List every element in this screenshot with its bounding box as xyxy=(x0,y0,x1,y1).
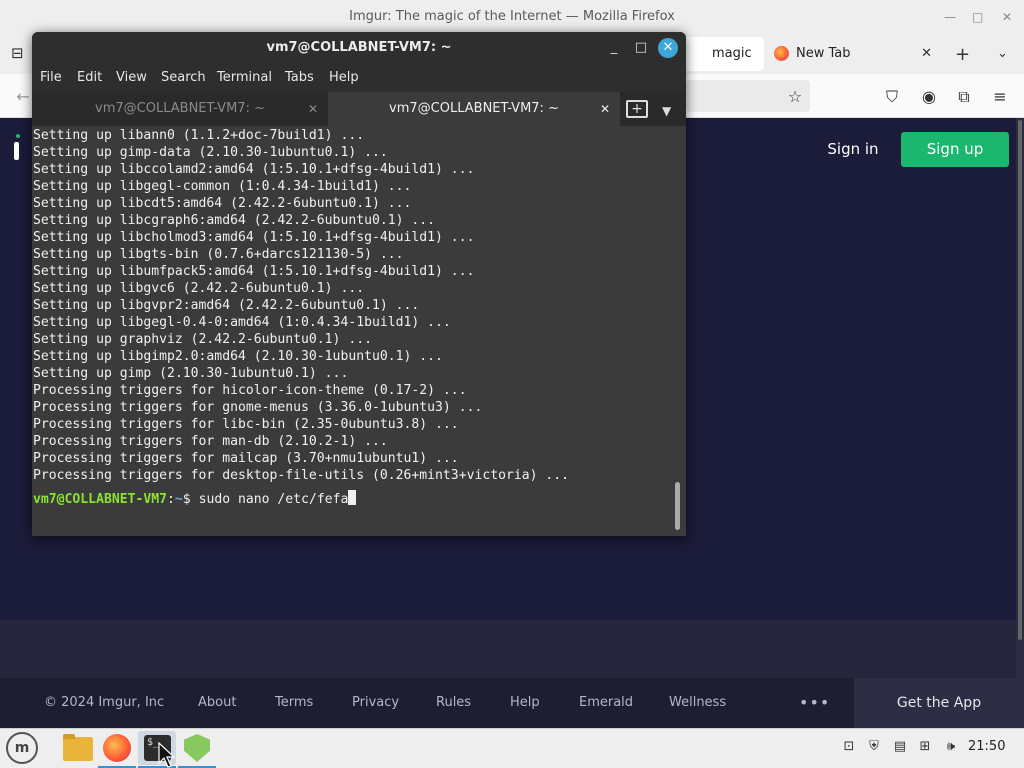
prompt-user: vm7@COLLABNET-VM7 xyxy=(33,492,168,507)
text-cursor xyxy=(348,490,357,505)
menu-search[interactable]: Search xyxy=(161,64,206,92)
terminal-tab-1[interactable]: vm7@COLLABNET-VM7: ~ ✕ xyxy=(32,92,328,126)
files-icon[interactable] xyxy=(58,731,96,765)
terminal-window: vm7@COLLABNET-VM7: ~ _ □ ✕ File Edit Vie… xyxy=(32,32,686,536)
terminal-line: Setting up gimp (2.10.30-1ubuntu0.1) ... xyxy=(33,366,349,381)
menu-tabs[interactable]: Tabs xyxy=(285,64,314,92)
volume-icon[interactable]: 🕪 xyxy=(942,738,960,756)
list-tabs-button[interactable]: ⌄ xyxy=(997,46,1008,61)
prompt-path: ~ xyxy=(174,492,183,507)
imgur-logo[interactable] xyxy=(14,134,22,160)
prompt-symbol: $ xyxy=(182,492,199,507)
terminal-line: Setting up libcdt5:amd64 (2.42.2-6ubuntu… xyxy=(33,196,412,211)
scrollbar-thumb[interactable] xyxy=(1018,120,1022,640)
terminal-line: Setting up libumfpack5:amd64 (1:5.10.1+d… xyxy=(33,264,475,279)
terminal-line: Processing triggers for libc-bin (2.35-0… xyxy=(33,417,459,432)
notes-icon[interactable]: ⊡ xyxy=(840,738,858,756)
terminal-maximize-button[interactable]: □ xyxy=(631,38,651,58)
new-tab-button[interactable]: + xyxy=(955,44,970,65)
back-arrow-icon[interactable]: ← xyxy=(12,86,34,108)
footer-link-rules[interactable]: Rules xyxy=(436,678,471,728)
terminal-line: Setting up libann0 (1.1.2+doc-7build1) .… xyxy=(33,128,365,143)
terminal-line: Setting up gimp-data (2.10.30-1ubuntu0.1… xyxy=(33,145,388,160)
terminal-line: Setting up libcholmod3:amd64 (1:5.10.1+d… xyxy=(33,230,475,245)
prompt-separator: : xyxy=(167,492,175,507)
terminal-tab-label: vm7@COLLABNET-VM7: ~ xyxy=(389,101,559,116)
clipboard-icon[interactable]: ▤ xyxy=(891,738,909,756)
terminal-tab-bar: vm7@COLLABNET-VM7: ~ ✕ vm7@COLLABNET-VM7… xyxy=(32,92,686,126)
pocket-icon[interactable]: ⛉ xyxy=(881,86,903,108)
terminal-line: Processing triggers for man-db (2.10.2-1… xyxy=(33,434,388,449)
footer-link-terms[interactable]: Terms xyxy=(275,678,313,728)
footer-link-help[interactable]: Help xyxy=(510,678,540,728)
close-tab-icon[interactable]: ✕ xyxy=(600,92,610,126)
terminal-line: Setting up libgegl-0.4-0:amd64 (1:0.4.34… xyxy=(33,315,451,330)
hamburger-menu-icon[interactable]: ≡ xyxy=(989,86,1011,108)
close-tab-icon[interactable]: ✕ xyxy=(921,37,932,71)
terminal-line: Setting up graphviz (2.42.2-6ubuntu0.1) … xyxy=(33,332,372,347)
tab-new-tab[interactable]: New Tab ✕ xyxy=(766,37,942,71)
terminal-scrollbar[interactable] xyxy=(675,482,680,530)
terminal-line: Setting up libcgraph6:amd64 (2.42.2-6ubu… xyxy=(33,213,436,228)
terminal-line: Processing triggers for mailcap (3.70+nm… xyxy=(33,451,459,466)
account-icon[interactable]: ◉ xyxy=(918,86,940,108)
extensions-icon[interactable]: ⧉ xyxy=(953,86,975,108)
shield-icon[interactable]: ⛨ xyxy=(865,738,883,756)
menu-terminal[interactable]: Terminal xyxy=(217,64,272,92)
firefox-icon xyxy=(774,46,789,61)
terminal-line: Setting up libgegl-common (1:0.4.34-1bui… xyxy=(33,179,412,194)
sign-in-link[interactable]: Sign in xyxy=(818,136,888,162)
terminal-line: Processing triggers for hicolor-icon-the… xyxy=(33,383,467,398)
menu-file[interactable]: File xyxy=(40,64,62,92)
tab-label: New Tab xyxy=(796,46,851,61)
footer-link-privacy[interactable]: Privacy xyxy=(352,678,399,728)
terminal-menubar: File Edit View Search Terminal Tabs Help xyxy=(32,64,686,92)
menu-help[interactable]: Help xyxy=(329,64,359,92)
network-icon[interactable]: ⊞ xyxy=(916,738,934,756)
mint-menu-icon[interactable]: m xyxy=(6,732,38,764)
terminal-minimize-button[interactable]: _ xyxy=(604,38,624,58)
footer-more-button[interactable]: ••• xyxy=(799,678,830,728)
terminal-line: Processing triggers for desktop-file-uti… xyxy=(33,468,570,483)
terminal-title: vm7@COLLABNET-VM7: ~ xyxy=(32,32,686,64)
tab-label: magic of xyxy=(712,46,752,61)
prompt-line: vm7@COLLABNET-VM7:~$ sudo nano /etc/fefa xyxy=(33,490,357,507)
tab-list-dropdown-icon[interactable]: ▼ xyxy=(662,104,671,118)
maximize-button[interactable]: □ xyxy=(972,0,983,34)
mouse-pointer-icon xyxy=(158,742,176,768)
menu-edit[interactable]: Edit xyxy=(77,64,102,92)
minimize-button[interactable]: — xyxy=(944,0,956,34)
close-button[interactable]: ✕ xyxy=(1002,0,1012,34)
update-manager-icon[interactable] xyxy=(178,731,216,765)
bookmark-star-icon[interactable]: ☆ xyxy=(784,86,806,108)
footer-copyright: © 2024 Imgur, Inc xyxy=(44,695,165,710)
terminal-line: Processing triggers for gnome-menus (3.3… xyxy=(33,400,483,415)
terminal-line: Setting up libgimp2.0:amd64 (2.10.30-1ub… xyxy=(33,349,443,364)
new-terminal-tab-icon[interactable]: + xyxy=(626,100,648,118)
footer-link-emerald[interactable]: Emerald xyxy=(579,678,633,728)
sign-up-button[interactable]: Sign up xyxy=(901,132,1009,167)
terminal-line: Setting up libgts-bin (0.7.6+darcs121130… xyxy=(33,247,404,262)
page-scrollbar[interactable] xyxy=(1016,118,1024,678)
terminal-output[interactable]: Setting up libann0 (1.1.2+doc-7build1) .… xyxy=(32,126,686,536)
terminal-tab-label: vm7@COLLABNET-VM7: ~ xyxy=(95,101,265,116)
content-lower-band xyxy=(0,620,1016,678)
footer-link-about[interactable]: About xyxy=(198,678,236,728)
terminal-line: Setting up libccolamd2:amd64 (1:5.10.1+d… xyxy=(33,162,475,177)
menu-view[interactable]: View xyxy=(116,64,147,92)
close-tab-icon[interactable]: ✕ xyxy=(308,92,318,126)
terminal-tab-2[interactable]: vm7@COLLABNET-VM7: ~ ✕ xyxy=(328,92,620,126)
window-title: Imgur: The magic of the Internet — Mozil… xyxy=(0,0,1024,34)
tab-overview-icon[interactable]: ⊟ xyxy=(11,44,24,62)
clock[interactable]: 21:50 xyxy=(968,737,1005,757)
firefox-icon[interactable] xyxy=(98,731,136,765)
footer-link-wellness[interactable]: Wellness xyxy=(669,678,726,728)
typed-command: sudo nano /etc/fefa xyxy=(198,492,349,507)
get-the-app-button[interactable]: Get the App xyxy=(854,678,1024,728)
terminal-close-button[interactable]: ✕ xyxy=(658,38,678,58)
terminal-line: Setting up libgvpr2:amd64 (2.42.2-6ubunt… xyxy=(33,298,420,313)
terminal-line: Setting up libgvc6 (2.42.2-6ubuntu0.1) .… xyxy=(33,281,365,296)
